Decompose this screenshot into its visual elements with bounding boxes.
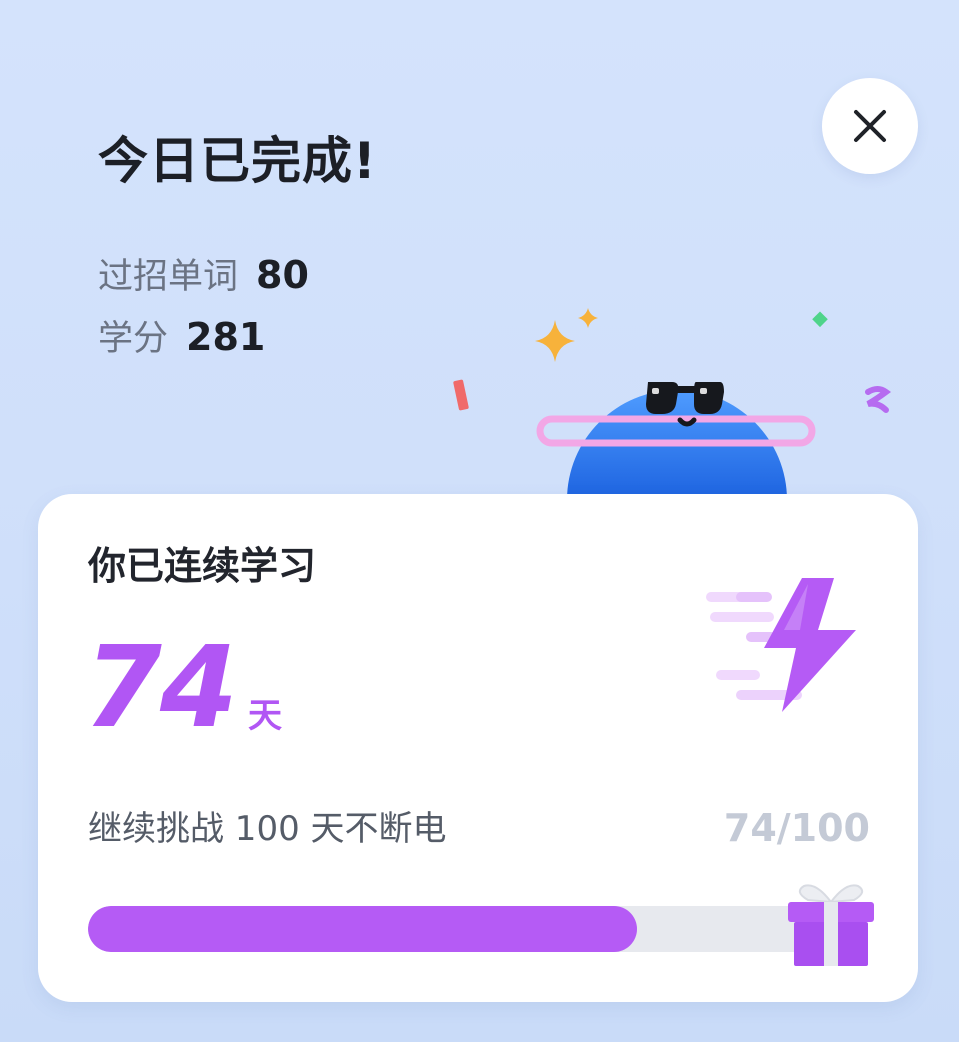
challenge-progress-bar (88, 906, 830, 952)
streak-card: 你已连续学习 74 天 继续挑战 100 天不断电 74/100 (38, 494, 918, 1002)
credits-stat: 学分 281 (98, 310, 265, 360)
page-title: 今日已完成! (98, 132, 377, 190)
close-button[interactable] (822, 78, 918, 174)
words-stat: 过招单词 80 (98, 248, 309, 298)
confetti-icon (453, 379, 469, 411)
streak-days-unit: 天 (248, 696, 282, 736)
challenge-text: 继续挑战 100 天不断电 (88, 809, 447, 849)
completion-screen: 今日已完成! 过招单词 80 学分 281 你已连续学习 74 天 继续挑战 1… (0, 0, 959, 1042)
gift-box-icon[interactable] (786, 880, 876, 966)
streak-days-value: 74 (84, 623, 238, 753)
confetti-icon (812, 311, 828, 328)
challenge-progress-text: 74/100 (723, 806, 870, 850)
planet-mascot-icon (453, 308, 892, 500)
sparkle-icon (535, 320, 575, 362)
streak-heading: 你已连续学习 (88, 544, 317, 588)
credits-stat-label: 学分 (98, 319, 169, 359)
credits-stat-value: 281 (186, 315, 266, 359)
lightning-bolt-icon (706, 578, 856, 712)
close-icon (854, 110, 886, 142)
sparkle-icon (578, 308, 598, 328)
words-stat-label: 过招单词 (98, 257, 239, 297)
confetti-icon (865, 386, 892, 413)
words-stat-value: 80 (256, 253, 309, 297)
challenge-progress-fill (88, 906, 638, 952)
